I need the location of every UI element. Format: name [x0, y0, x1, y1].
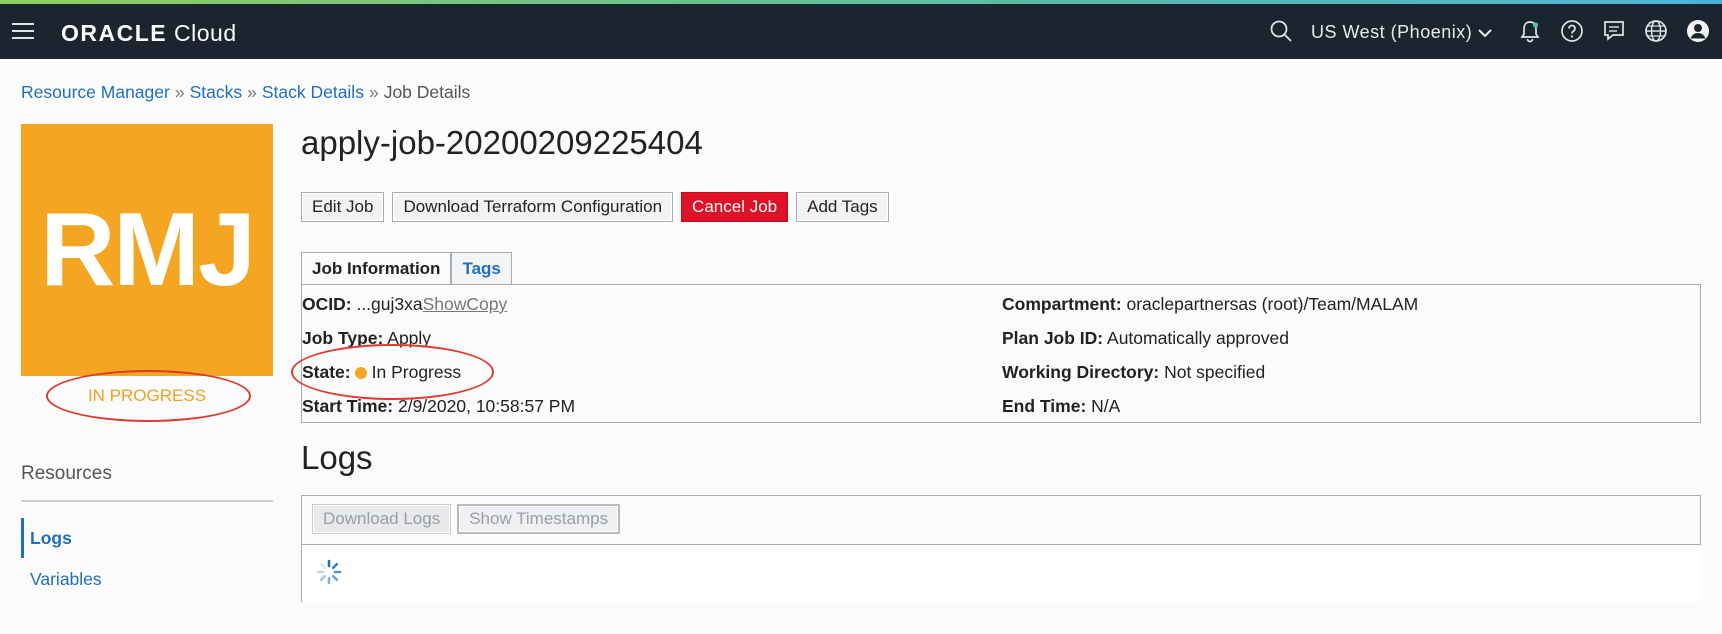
ocid-copy-link[interactable]: Copy	[466, 294, 507, 314]
region-selector[interactable]: US West (Phoenix)	[1311, 22, 1492, 43]
brand-cloud: Cloud	[174, 20, 237, 46]
oracle-cloud-logo[interactable]: ORACLE Cloud	[61, 20, 237, 47]
end-time-row: End Time: N/A	[1002, 396, 1120, 417]
breadcrumb-separator: »	[368, 82, 379, 102]
working-directory-value: Not specified	[1164, 362, 1266, 382]
tab-job-information[interactable]: Job Information	[301, 252, 452, 285]
tab-tags[interactable]: Tags	[451, 252, 512, 285]
compartment-label: Compartment:	[1002, 294, 1122, 314]
resources-divider	[21, 500, 273, 502]
resources-item-variables[interactable]: Variables	[21, 569, 102, 590]
search-icon[interactable]	[1268, 18, 1294, 44]
loading-spinner-icon	[315, 558, 343, 586]
add-tags-button[interactable]: Add Tags	[796, 192, 889, 222]
hamburger-menu-icon[interactable]	[12, 23, 34, 39]
end-time-label: End Time:	[1002, 396, 1087, 416]
page-title: apply-job-20200209225404	[301, 124, 703, 161]
plan-job-id-label: Plan Job ID:	[1002, 328, 1104, 348]
plan-job-id-row: Plan Job ID: Automatically approved	[1002, 328, 1289, 349]
top-accent-strip	[0, 0, 1722, 4]
logs-heading: Logs	[301, 439, 373, 476]
show-timestamps-button[interactable]: Show Timestamps	[457, 504, 621, 534]
end-time-value: N/A	[1091, 396, 1121, 416]
annotation-circle-state	[291, 344, 494, 400]
avatar-initials: RMJ	[40, 191, 256, 308]
job-information-panel: OCID: ...guj3xaShowCopy Job Type: Apply …	[301, 284, 1701, 423]
start-time-value: 2/9/2020, 10:58:57 PM	[397, 396, 576, 416]
plan-job-id-value: Automatically approved	[1107, 328, 1289, 348]
logs-button-row: Download Logs Show Timestamps	[312, 504, 621, 534]
breadcrumb-separator: »	[174, 82, 185, 102]
breadcrumb-stacks[interactable]: Stacks	[190, 82, 243, 102]
help-icon[interactable]	[1559, 18, 1585, 44]
annotation-circle-status	[46, 370, 251, 422]
breadcrumb-stack-details[interactable]: Stack Details	[262, 82, 364, 102]
logs-content-area	[301, 545, 1701, 602]
globe-language-icon[interactable]	[1643, 18, 1669, 44]
download-logs-button[interactable]: Download Logs	[312, 504, 452, 534]
region-label: US West (Phoenix)	[1311, 22, 1473, 42]
edit-job-button[interactable]: Edit Job	[301, 192, 385, 222]
ocid-value: ...guj3xa	[356, 294, 423, 314]
working-directory-row: Working Directory: Not specified	[1002, 362, 1265, 383]
user-profile-icon[interactable]	[1685, 18, 1711, 44]
ocid-row: OCID: ...guj3xaShowCopy	[302, 294, 507, 315]
start-time-row: Start Time: 2/9/2020, 10:58:57 PM	[302, 396, 575, 417]
breadcrumb-current: Job Details	[383, 82, 471, 102]
chevron-down-icon	[1478, 22, 1492, 43]
breadcrumb-resource-manager[interactable]: Resource Manager	[21, 82, 170, 102]
breadcrumb-separator: »	[247, 82, 257, 102]
chat-feedback-icon[interactable]	[1601, 18, 1627, 44]
ocid-label: OCID:	[302, 294, 352, 314]
job-avatar: RMJ	[21, 124, 273, 376]
download-terraform-button[interactable]: Download Terraform Configuration	[392, 192, 674, 222]
top-navigation-bar: ORACLE Cloud US West (Phoenix)	[0, 0, 1722, 59]
bell-notification-icon[interactable]	[1517, 18, 1543, 44]
resources-item-logs[interactable]: Logs	[21, 518, 72, 558]
breadcrumb: Resource Manager» Stacks» Stack Details» Jo…	[21, 82, 470, 103]
ocid-show-link[interactable]: Show	[423, 294, 467, 314]
tab-bar: Job Information Tags	[301, 252, 512, 285]
working-directory-label: Working Directory:	[1002, 362, 1160, 382]
compartment-row: Compartment: oraclepartnersas (root)/Tea…	[1002, 294, 1418, 315]
cancel-job-button[interactable]: Cancel Job	[681, 192, 789, 222]
resources-heading: Resources	[21, 463, 112, 484]
compartment-value: oraclepartnersas (root)/Team/MALAM	[1126, 294, 1419, 314]
action-button-row: Edit Job Download Terraform Configuratio…	[301, 192, 889, 222]
brand-oracle: ORACLE	[61, 20, 168, 46]
